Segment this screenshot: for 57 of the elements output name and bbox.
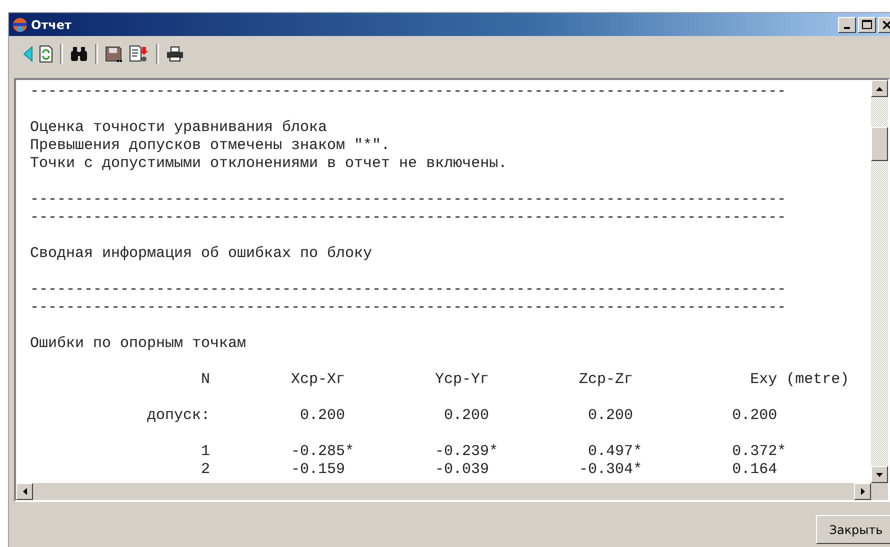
right-arrow-icon — [860, 488, 864, 495]
maximize-icon — [862, 20, 872, 29]
scroll-right-button[interactable] — [854, 483, 871, 500]
tolerance-exceeded-mark: * — [633, 461, 642, 479]
table-cell-text: 0.372 — [731, 443, 778, 461]
printer-icon[interactable] — [166, 46, 184, 62]
table-cell-text: -0.239 — [434, 443, 490, 461]
maximize-button[interactable] — [858, 16, 876, 32]
search-icon[interactable] — [70, 46, 88, 62]
dashed-rule: ------------------------------------------------------------------------------------ — [30, 281, 786, 298]
window-title: Отчет — [31, 18, 72, 32]
scroll-up-button[interactable] — [871, 80, 888, 97]
minimize-button[interactable] — [838, 16, 856, 32]
tolerance-exceeded-mark: * — [489, 443, 498, 461]
dashed-rule: ------------------------------------------------------------------------------------ — [30, 299, 786, 316]
unit-label: (metre) — [786, 371, 850, 389]
minimize-icon — [844, 26, 850, 28]
close-report-button[interactable]: Закрыть — [816, 515, 890, 544]
up-arrow-icon — [876, 86, 883, 90]
report-text: Точки с допустимыми отклонениями в отчет не включены. — [30, 155, 508, 172]
dashed-rule: ------------------------------------------------------------------------------------ — [30, 191, 786, 208]
tolerance-exceeded-mark: * — [633, 443, 642, 461]
report-text: Сводная информация об ошибках по блоку — [30, 245, 372, 262]
dashed-rule: ------------------------------------------------------------------------------------ — [30, 83, 786, 100]
table-cell-text: -0.039 — [434, 461, 490, 479]
table-cell-text: допуск: — [146, 407, 210, 425]
table-cell-text: 0.497 — [587, 443, 634, 461]
report-text: Превышения допусков отмечены знаком "*". — [30, 137, 390, 154]
table-cell-text: N — [200, 371, 210, 389]
tolerance-exceeded-mark: * — [777, 443, 786, 461]
table-cell-text: 0.164 — [731, 461, 778, 479]
export-document-icon[interactable] — [129, 45, 149, 63]
table-cell-text: 2 — [200, 461, 210, 479]
table-cell-text: -0.159 — [290, 461, 346, 479]
left-arrow-icon — [22, 488, 26, 495]
table-cell-text: -0.285 — [290, 443, 346, 461]
table-cell-text: 1 — [200, 443, 210, 461]
refresh-document-icon[interactable] — [39, 45, 53, 63]
scroll-down-button[interactable] — [871, 466, 888, 483]
report-text: Оценка точности уравнивания блока — [30, 119, 328, 136]
table-cell-text: Yср-Yг — [434, 371, 490, 389]
tolerance-exceeded-mark: * — [345, 443, 354, 461]
table-cell-text: -0.304 — [578, 461, 634, 479]
table-cell-text: Xср-Xг — [290, 371, 346, 389]
table-cell-text: 0.200 — [443, 407, 490, 425]
table-cell-text: 0.200 — [731, 407, 778, 425]
down-arrow-icon — [876, 472, 883, 476]
table-cell-text: Exy — [749, 371, 778, 389]
table-cell-text: 0.200 — [299, 407, 346, 425]
table-cell-text: Zср-Zг — [578, 371, 634, 389]
scrollbar-thumb[interactable] — [871, 127, 888, 161]
close-icon — [883, 20, 890, 28]
table-cell-text: 0.200 — [587, 407, 634, 425]
report-text: Ошибки по опорным точкам — [30, 335, 246, 352]
dashed-rule: ------------------------------------------------------------------------------------ — [30, 209, 786, 226]
scroll-left-button[interactable] — [16, 483, 33, 500]
vertical-scrollbar[interactable] — [871, 80, 888, 483]
